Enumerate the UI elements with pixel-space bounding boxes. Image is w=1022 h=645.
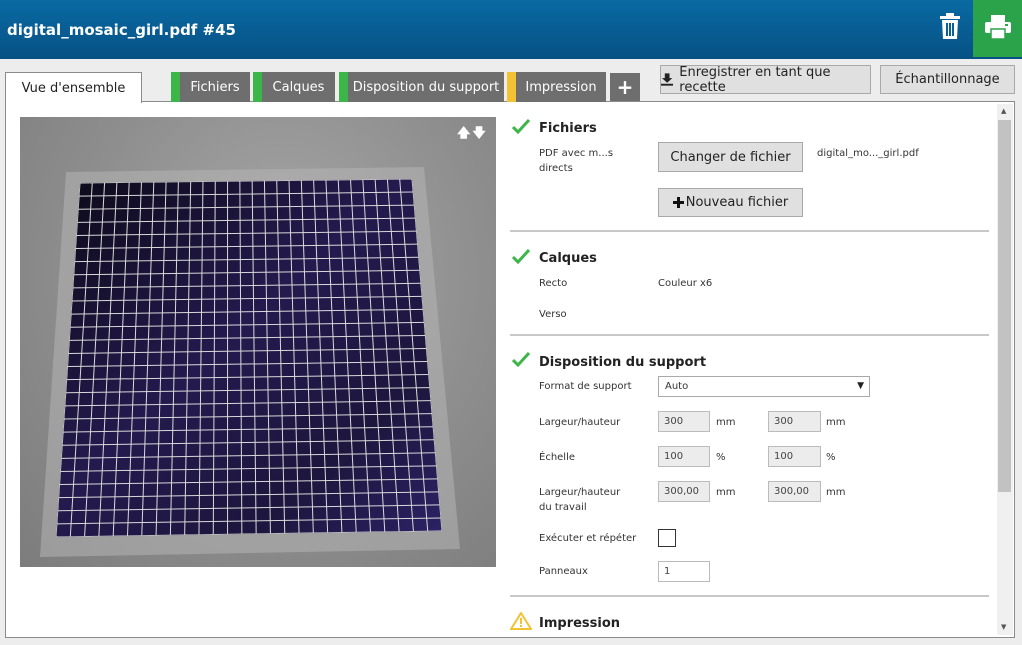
tab-files[interactable]: Fichiers	[171, 72, 250, 102]
reorder-arrows-icon[interactable]: 🡅🡇	[457, 124, 488, 146]
check-icon	[512, 249, 530, 264]
warning-icon	[510, 612, 532, 630]
work-width-unit: mm	[716, 487, 736, 498]
height-unit: mm	[826, 417, 846, 428]
media-format-label: Format de support	[539, 381, 632, 392]
status-stripe	[171, 72, 180, 102]
save-recipe-label: Enregistrer en tant que recette	[679, 64, 831, 95]
scale-y-input[interactable]: 100	[768, 446, 821, 467]
size-label: Largeur/hauteur	[539, 417, 621, 428]
job-title: digital_mosaic_girl.pdf #45	[7, 21, 236, 39]
status-stripe	[339, 72, 348, 102]
scale-x-unit: %	[716, 452, 726, 463]
section-divider	[510, 595, 989, 597]
tab-overview-label: Vue d'ensemble	[21, 80, 126, 96]
width-unit: mm	[716, 417, 736, 428]
trash-icon[interactable]	[938, 12, 962, 40]
section-divider	[510, 230, 989, 232]
work-size-label: Largeur/hauteur du travail	[539, 487, 621, 513]
step-repeat-checkbox[interactable]	[658, 529, 676, 547]
download-icon	[661, 73, 674, 86]
recto-value: Couleur x6	[658, 278, 713, 289]
height-input[interactable]: 300	[768, 411, 821, 432]
media-format-value: Auto	[665, 381, 689, 392]
section-divider	[510, 334, 989, 336]
section-title-files: Fichiers	[539, 121, 597, 136]
save-recipe-button[interactable]: Enregistrer en tant que recette	[660, 64, 871, 95]
media-preview[interactable]	[20, 117, 496, 567]
new-file-label: Nouveau fichier	[685, 195, 789, 210]
width-input[interactable]: 300	[658, 411, 710, 432]
scroll-down-icon[interactable]: ▼	[1001, 623, 1006, 631]
check-icon	[512, 119, 530, 134]
printer-icon	[985, 15, 1011, 39]
print-button[interactable]	[973, 0, 1022, 57]
pdf-label: PDF avec m...s directs	[539, 148, 614, 174]
change-file-button[interactable]: Changer de fichier	[658, 142, 803, 172]
section-title-print: Impression	[539, 616, 621, 631]
recto-label: Recto	[539, 278, 568, 289]
sampling-label: Échantillonnage	[895, 72, 1000, 87]
tab-media-layout[interactable]: Disposition du support	[339, 72, 504, 102]
plus-icon	[672, 197, 684, 208]
tab-layers-label: Calques	[272, 79, 325, 95]
tab-media-layout-label: Disposition du support	[352, 79, 500, 95]
verso-label: Verso	[539, 309, 567, 320]
step-repeat-label: Exécuter et répéter	[539, 533, 637, 544]
tab-files-label: Fichiers	[190, 79, 240, 95]
add-tab-button[interactable]: +	[610, 73, 640, 101]
tab-overview[interactable]: Vue d'ensemble	[5, 72, 142, 103]
tab-layers[interactable]: Calques	[253, 72, 335, 102]
panels-label: Panneaux	[539, 566, 588, 577]
check-icon	[512, 352, 530, 367]
scale-label: Échelle	[539, 452, 576, 463]
scroll-up-icon[interactable]: ▲	[1001, 107, 1006, 115]
chevron-down-icon: ▼	[857, 381, 864, 391]
tab-print[interactable]: Impression	[507, 72, 606, 102]
work-width-input[interactable]: 300,00	[658, 481, 710, 502]
work-height-unit: mm	[826, 487, 846, 498]
tab-print-label: Impression	[525, 79, 597, 95]
panels-input[interactable]: 1	[658, 561, 710, 582]
mosaic-preview-image	[40, 167, 460, 557]
file-name: digital_mo..._girl.pdf	[817, 148, 919, 159]
new-file-button[interactable]: Nouveau fichier	[658, 188, 803, 217]
work-height-input[interactable]: 300,00	[768, 481, 821, 502]
scale-x-input[interactable]: 100	[658, 446, 710, 467]
plus-icon: +	[616, 75, 634, 99]
panel-scrollbar[interactable]: ▲ ▼	[997, 104, 1013, 635]
section-title-media-layout: Disposition du support	[539, 355, 707, 370]
section-title-layers: Calques	[539, 251, 597, 266]
sampling-button[interactable]: Échantillonnage	[880, 65, 1015, 94]
top-bar: digital_mosaic_girl.pdf #45	[0, 0, 1022, 59]
scale-y-unit: %	[826, 452, 836, 463]
status-stripe	[507, 72, 516, 102]
scrollbar-thumb[interactable]	[998, 120, 1011, 492]
status-stripe	[253, 72, 262, 102]
media-format-select[interactable]: Auto ▼	[658, 376, 870, 397]
change-file-label: Changer de fichier	[670, 149, 791, 165]
tab-bar: Vue d'ensemble Fichiers Calques Disposit…	[0, 72, 660, 103]
